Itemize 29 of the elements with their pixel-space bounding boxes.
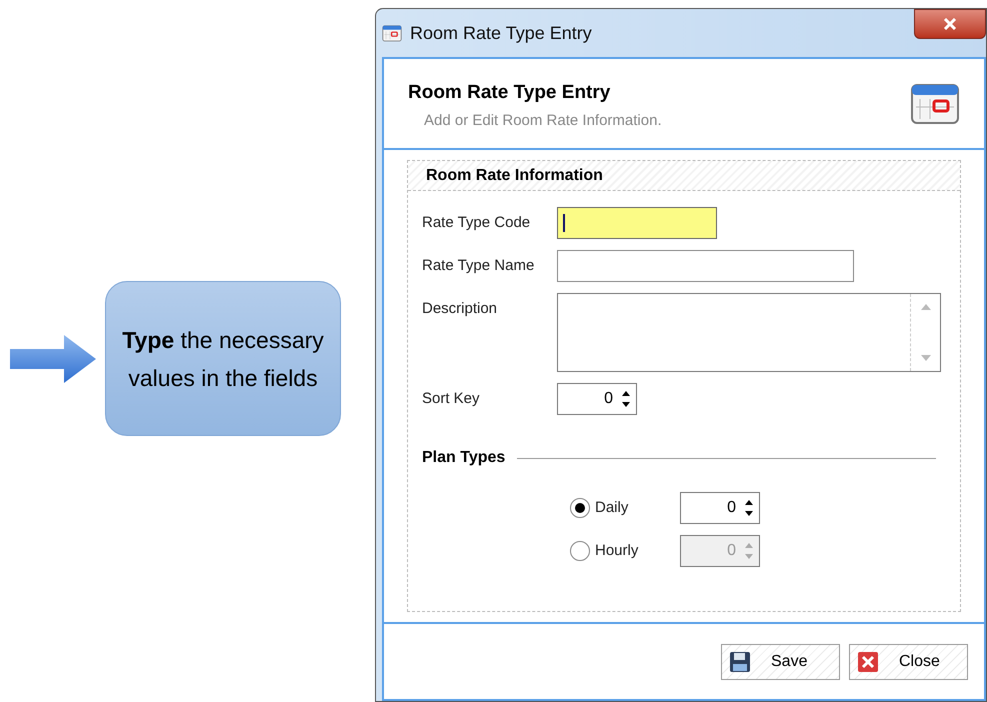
description-field[interactable] [557, 293, 941, 372]
field-label: Rate Type Code [422, 213, 532, 233]
field-label: Description [422, 299, 498, 319]
close-icon [857, 651, 879, 673]
window-title: Room Rate Type Entry [410, 22, 592, 45]
arrow-icon [10, 335, 96, 383]
text-field[interactable] [557, 250, 854, 282]
text-field[interactable] [557, 207, 717, 239]
close-button[interactable] [914, 9, 986, 39]
scroll-up-icon [920, 304, 930, 310]
radio-button[interactable] [570, 498, 590, 518]
text-cursor [563, 214, 565, 232]
group-title: Room Rate Information [426, 166, 603, 186]
header-subtitle: Add or Edit Room Rate Information. [424, 110, 662, 130]
close-icon [943, 18, 957, 30]
radio-label: Hourly [595, 540, 638, 561]
number-spinner[interactable]: 0 [557, 383, 637, 415]
calendar-icon [382, 24, 402, 42]
close-dialog-button[interactable]: Close [849, 644, 968, 680]
number-spinner[interactable]: 0 [680, 492, 760, 524]
radio-label: Daily [595, 498, 628, 518]
header-title: Room Rate Type Entry [408, 81, 612, 105]
field-label: Rate Type Name [422, 256, 536, 276]
section-title: Plan Types [422, 448, 506, 468]
scroll-down-icon [920, 355, 930, 361]
callout-text: Type the necessary values in the fields [121, 326, 325, 392]
calendar-icon [910, 81, 960, 125]
save-button[interactable]: Save [721, 644, 840, 680]
field-label: Sort Key [422, 389, 481, 409]
